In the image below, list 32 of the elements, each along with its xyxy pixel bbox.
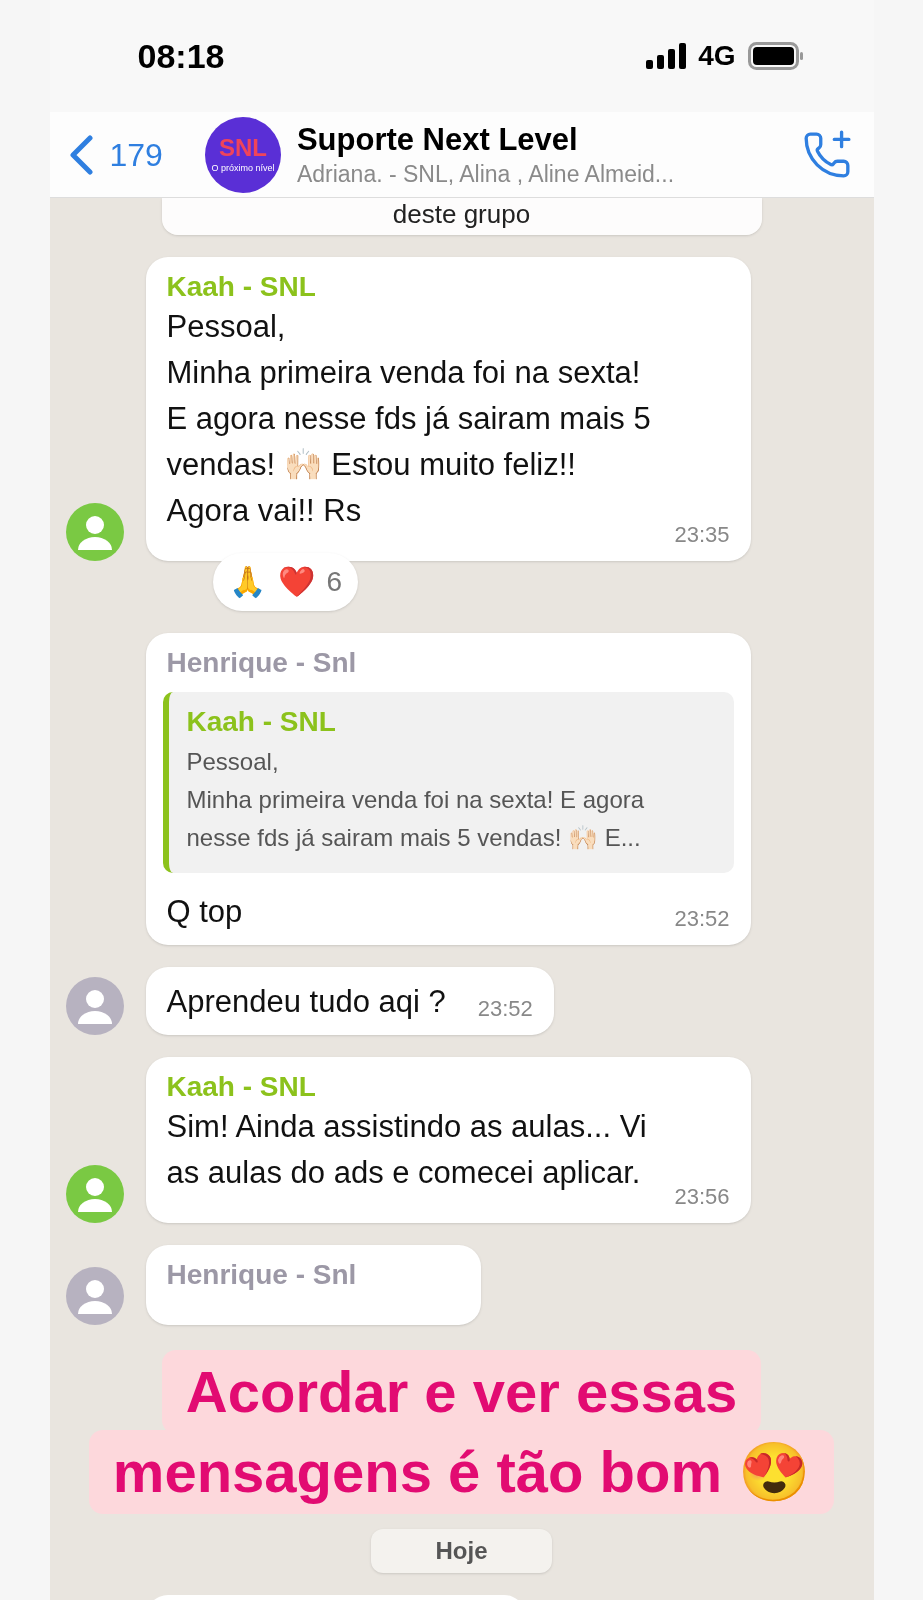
message-time: 23:52 [674, 904, 730, 933]
message-time: 23:35 [674, 520, 730, 549]
group-logo[interactable]: SNL O próximo nível [204, 116, 281, 193]
system-text: deste grupo [392, 198, 531, 231]
reactions-pill[interactable]: 🙏 ❤ 6 [212, 552, 359, 611]
quoted-message[interactable]: Kaah - SNL Pessoal, Minha primeira venda foi na sexta! E agora nesse fds já sairam mais 5 vendas! 🙌🏻 E... [162, 691, 734, 873]
message-text: Sim! Ainda assistindo as aulas... Vi as aulas do ads e comecei aplicar. [166, 1107, 648, 1192]
quote-text: Pessoal, Minha primeira venda foi na sexta! E agora nesse fds já sairam mais 5 vendas! 🙌🏻 E... [186, 746, 646, 853]
chat-subtitle: Adriana. - SNL, Alina , Aline Almeid... [296, 159, 675, 189]
battery-icon [747, 42, 804, 70]
sender-name: Henrique - Snl [166, 1257, 358, 1292]
status-time: 08:18 [137, 35, 225, 77]
date-text: Hoje [435, 1535, 488, 1566]
message-time: 23:52 [477, 994, 533, 1023]
reaction-emoji: 🙏 [228, 566, 266, 597]
logo-tagline: O próximo nível [211, 164, 275, 173]
sender-name: Kaah - SNL [166, 269, 317, 304]
sender-name: Henrique - Snl [166, 645, 358, 680]
logo-text: SNL [218, 136, 267, 160]
reaction-count: 6 [326, 564, 343, 599]
chat-title[interactable]: Suporte Next Level [296, 120, 675, 160]
message-text: Q top [166, 892, 243, 931]
message-time: 23:56 [674, 1182, 730, 1211]
message-text: Pessoal, Minha primeira venda foi na sexta! E agora nesse fds já sairam mais 5 vendas! 🙌🏻 Estou muito feliz!! Agora vai!! Rs [166, 307, 652, 530]
quote-sender: Kaah - SNL [186, 704, 337, 739]
signal-icon [646, 43, 687, 69]
reaction-emoji: ❤ [277, 566, 315, 597]
back-icon [67, 134, 94, 175]
back-button[interactable]: 179 [67, 130, 163, 179]
network-label: 4G [698, 39, 736, 73]
message-text: Aprendeu tudo aqi ? [166, 982, 446, 1021]
sender-name: Kaah - SNL [166, 1069, 317, 1104]
